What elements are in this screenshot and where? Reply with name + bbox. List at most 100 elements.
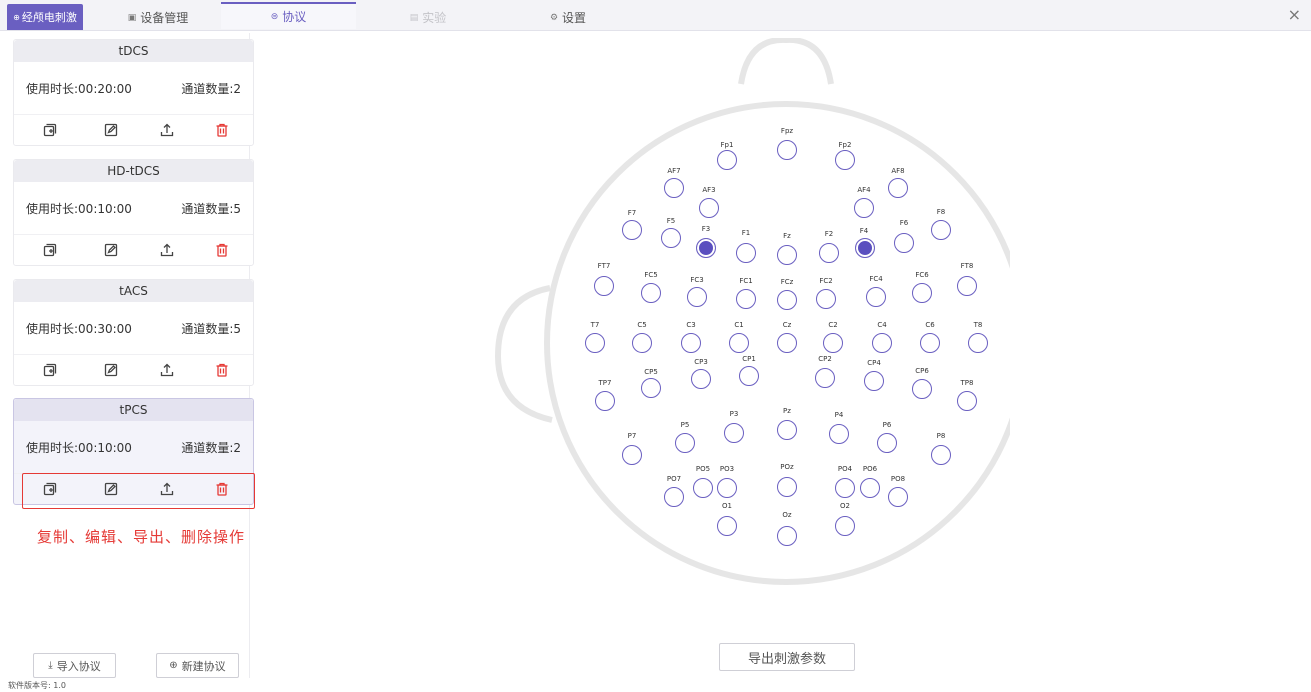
copy-icon[interactable]: [39, 120, 61, 140]
export-stimulation-params-button[interactable]: 导出刺激参数: [719, 643, 855, 671]
tab-label: 实验: [422, 11, 447, 25]
upload-icon[interactable]: [156, 240, 178, 260]
electrode-ft7[interactable]: [594, 276, 614, 296]
protocol-info: 使用时长:00:20:00 通道数量:2: [14, 62, 253, 114]
close-icon[interactable]: ×: [1288, 5, 1301, 24]
electrode-c3[interactable]: [681, 333, 701, 353]
electrode-po5[interactable]: [693, 478, 713, 498]
electrode-c6[interactable]: [920, 333, 940, 353]
protocol-title: tPCS: [14, 399, 253, 421]
electrode-p7[interactable]: [622, 445, 642, 465]
electrode-af8[interactable]: [888, 178, 908, 198]
electrode-pz[interactable]: [777, 420, 797, 440]
electrode-f2[interactable]: [819, 243, 839, 263]
protocol-card-tdcs[interactable]: tDCS 使用时长:00:20:00 通道数量:2: [13, 39, 254, 146]
electrode-p3[interactable]: [724, 423, 744, 443]
electrode-label-f2: F2: [824, 230, 834, 238]
electrode-label-po8: PO8: [890, 475, 906, 483]
electrode-af7[interactable]: [664, 178, 684, 198]
electrode-c2[interactable]: [823, 333, 843, 353]
electrode-f6[interactable]: [894, 233, 914, 253]
copy-icon[interactable]: [39, 360, 61, 380]
electrode-f5[interactable]: [661, 228, 681, 248]
tab-experiment[interactable]: ▤ 实验: [398, 4, 458, 31]
electrode-fc3[interactable]: [687, 287, 707, 307]
electrode-ft8[interactable]: [957, 276, 977, 296]
electrode-f1[interactable]: [736, 243, 756, 263]
electrode-cp5[interactable]: [641, 378, 661, 398]
electrode-label-fc2: FC2: [819, 277, 833, 285]
electrode-cp2[interactable]: [815, 368, 835, 388]
electrode-fc5[interactable]: [641, 283, 661, 303]
electrode-cz[interactable]: [777, 333, 797, 353]
tab-protocol[interactable]: ⊜ 协议: [221, 2, 356, 29]
electrode-label-ft7: FT7: [597, 262, 611, 270]
electrode-o1[interactable]: [717, 516, 737, 536]
delete-icon[interactable]: [211, 120, 233, 140]
top-navigation-bar: ⊕ 经颅电刺激 ▣ 设备管理 ⊜ 协议 ▤ 实验 ⚙ 设置 ×: [0, 0, 1311, 31]
electrode-fz[interactable]: [777, 245, 797, 265]
electrode-fc2[interactable]: [816, 289, 836, 309]
electrode-tp8[interactable]: [957, 391, 977, 411]
electrode-po8[interactable]: [888, 487, 908, 507]
electrode-p8[interactable]: [931, 445, 951, 465]
electrode-po6[interactable]: [860, 478, 880, 498]
electrode-oz[interactable]: [777, 526, 797, 546]
tab-settings[interactable]: ⚙ 设置: [538, 4, 598, 31]
delete-icon[interactable]: [211, 240, 233, 260]
upload-icon[interactable]: [156, 360, 178, 380]
import-protocol-button[interactable]: ⤓ 导入协议: [33, 653, 116, 678]
electrode-cp1[interactable]: [739, 366, 759, 386]
electrode-fc4[interactable]: [866, 287, 886, 307]
protocol-card-hd-tdcs[interactable]: HD-tDCS 使用时长:00:10:00 通道数量:5: [13, 159, 254, 266]
electrode-f4[interactable]: [855, 238, 875, 258]
upload-icon[interactable]: [156, 120, 178, 140]
edit-icon[interactable]: [100, 240, 122, 260]
protocol-actions: [14, 354, 253, 384]
electrode-t8[interactable]: [968, 333, 988, 353]
electrode-cp4[interactable]: [864, 371, 884, 391]
electrode-f8[interactable]: [931, 220, 951, 240]
tab-label: 设置: [562, 11, 587, 25]
electrode-poz[interactable]: [777, 477, 797, 497]
duration-text: 使用时长:00:30:00: [26, 322, 132, 336]
electrode-cp3[interactable]: [691, 369, 711, 389]
electrode-tp7[interactable]: [595, 391, 615, 411]
edit-icon[interactable]: [100, 360, 122, 380]
electrode-p5[interactable]: [675, 433, 695, 453]
electrode-fp2[interactable]: [835, 150, 855, 170]
electrode-af3[interactable]: [699, 198, 719, 218]
electrode-f3[interactable]: [696, 238, 716, 258]
electrode-fpz[interactable]: [777, 140, 797, 160]
electrode-label-p4: P4: [834, 411, 844, 419]
tab-device-management[interactable]: ▣ 设备管理: [118, 4, 198, 31]
brand-label: 经颅电刺激: [21, 11, 77, 24]
electrode-p6[interactable]: [877, 433, 897, 453]
electrode-label-c4: C4: [877, 321, 887, 329]
electrode-po4[interactable]: [835, 478, 855, 498]
copy-icon[interactable]: [39, 240, 61, 260]
brand-tab[interactable]: ⊕ 经颅电刺激: [7, 4, 83, 30]
electrode-fp1[interactable]: [717, 150, 737, 170]
highlight-box: [22, 473, 255, 509]
electrode-f7[interactable]: [622, 220, 642, 240]
electrode-t7[interactable]: [585, 333, 605, 353]
electrode-label-p7: P7: [627, 432, 637, 440]
edit-icon[interactable]: [100, 120, 122, 140]
electrode-po7[interactable]: [664, 487, 684, 507]
electrode-c5[interactable]: [632, 333, 652, 353]
electrode-fc1[interactable]: [736, 289, 756, 309]
electrode-c4[interactable]: [872, 333, 892, 353]
protocol-card-tacs[interactable]: tACS 使用时长:00:30:00 通道数量:5: [13, 279, 254, 386]
electrode-po3[interactable]: [717, 478, 737, 498]
experiment-icon: ▤: [409, 12, 419, 23]
electrode-cp6[interactable]: [912, 379, 932, 399]
electrode-c1[interactable]: [729, 333, 749, 353]
electrode-o2[interactable]: [835, 516, 855, 536]
electrode-af4[interactable]: [854, 198, 874, 218]
new-protocol-button[interactable]: ⊕ 新建协议: [156, 653, 239, 678]
electrode-fcz[interactable]: [777, 290, 797, 310]
electrode-fc6[interactable]: [912, 283, 932, 303]
delete-icon[interactable]: [211, 360, 233, 380]
electrode-p4[interactable]: [829, 424, 849, 444]
